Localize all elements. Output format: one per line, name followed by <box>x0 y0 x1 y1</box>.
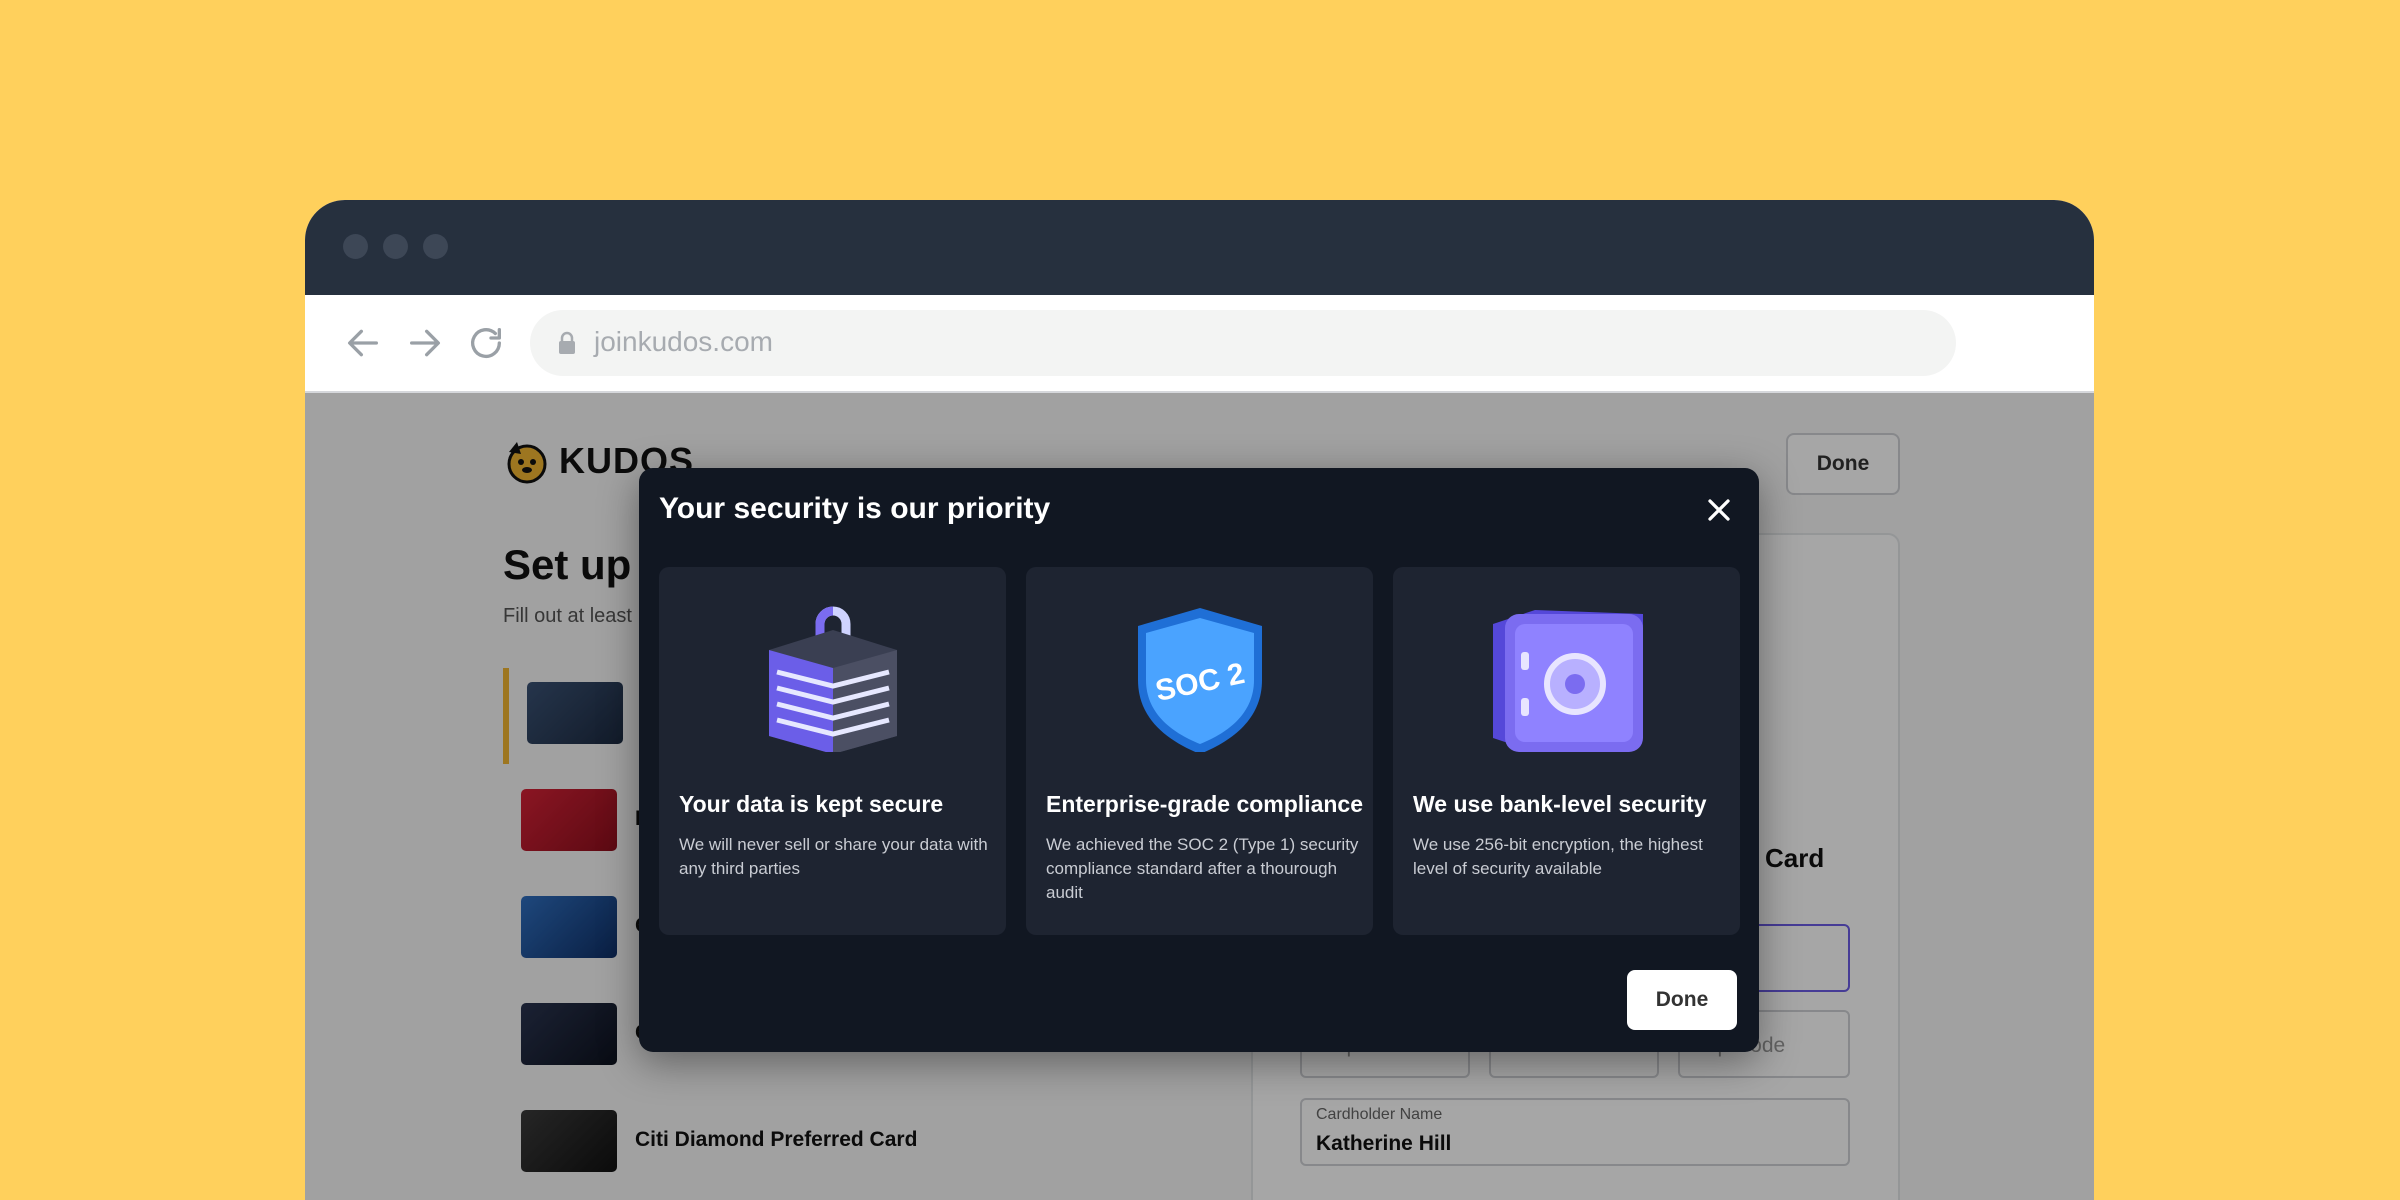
modal-done-button[interactable]: Done <box>1627 970 1737 1030</box>
address-bar[interactable]: joinkudos.com <box>530 310 1956 376</box>
feature-title: We use bank-level security <box>1413 791 1707 817</box>
browser-titlebar <box>305 200 2094 295</box>
feature-description: We achieved the SOC 2 (Type 1) security … <box>1046 835 1359 902</box>
browser-window: joinkudos.com KUDOS Done Set up a Fill o… <box>305 200 2094 1200</box>
browser-navbar: joinkudos.com <box>305 295 2094 393</box>
window-maximize-dot[interactable] <box>423 234 448 259</box>
modal-title: Your security is our priority <box>659 492 1051 525</box>
feature-title: Enterprise-grade compliance <box>1046 791 1363 817</box>
feature-description: We will never sell or share your data wi… <box>679 835 988 878</box>
feature-description: We use 256-bit encryption, the highest l… <box>1413 835 1703 878</box>
feature-card-data-secure: Your data is kept secure We will never s… <box>659 567 1006 935</box>
window-minimize-dot[interactable] <box>383 234 408 259</box>
feature-card-bank-security: We use bank-level security We use 256-bi… <box>1393 567 1740 935</box>
window-close-dot[interactable] <box>343 234 368 259</box>
close-icon[interactable] <box>1701 492 1737 528</box>
soc2-shield-icon: SOC 2 <box>1138 608 1262 752</box>
safe-icon <box>1493 610 1643 752</box>
url-text: joinkudos.com <box>594 326 773 357</box>
forward-arrow-icon[interactable] <box>405 323 445 363</box>
lock-icon <box>559 331 575 354</box>
page-viewport: KUDOS Done Set up a Fill out at least A … <box>305 393 2094 1200</box>
feature-title: Your data is kept secure <box>679 791 944 817</box>
lock-stack-icon <box>769 606 897 752</box>
back-arrow-icon[interactable] <box>343 323 383 363</box>
reload-icon[interactable] <box>466 323 506 363</box>
security-modal: Your security is our priority Your data … <box>639 468 1759 1052</box>
feature-card-compliance: SOC 2 Enterprise-grade compliance We ach… <box>1026 567 1373 935</box>
